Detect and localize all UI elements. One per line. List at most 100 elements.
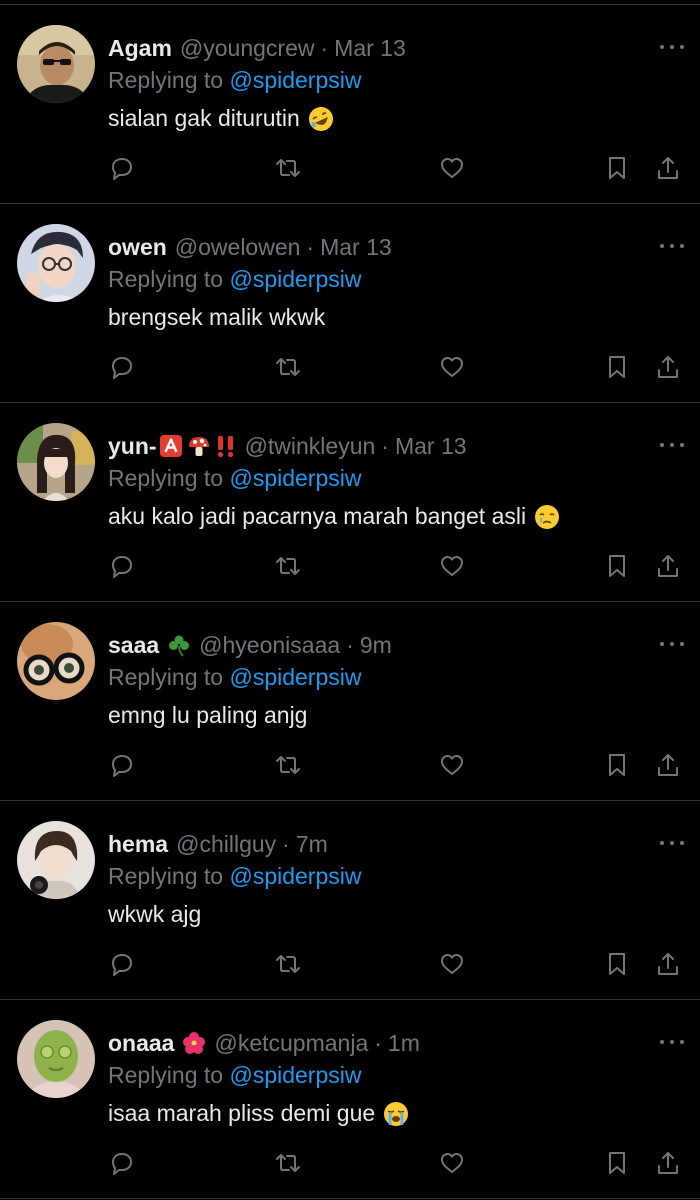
mention-link[interactable]: @spiderpsiw (229, 266, 361, 292)
reply-tweet[interactable]: saaa @hyeonisaaa · 9m Replying to @spide… (0, 602, 700, 801)
display-name[interactable]: onaaa (108, 1030, 174, 1057)
reply-tweet[interactable]: yun- @twinkleyun · Mar 13 Replying to @s… (0, 403, 700, 602)
mention-link[interactable]: @spiderpsiw (229, 67, 361, 93)
more-options-icon[interactable] (660, 242, 684, 250)
action-bar (0, 745, 700, 785)
like-icon (441, 755, 463, 775)
avatar[interactable] (17, 224, 95, 302)
retweet-button[interactable] (271, 546, 305, 586)
retweet-button[interactable] (271, 944, 305, 984)
display-name[interactable]: hema (108, 831, 168, 858)
timestamp[interactable]: 9m (360, 632, 392, 659)
share-button[interactable] (651, 745, 685, 785)
timestamp[interactable]: 7m (296, 831, 328, 858)
share-button[interactable] (651, 148, 685, 188)
reply-tweet[interactable]: Agam @youngcrew · Mar 13 Replying to @sp… (0, 5, 700, 204)
more-options-icon[interactable] (660, 441, 684, 449)
replying-to-label: Replying to (108, 67, 224, 93)
share-button[interactable] (651, 1143, 685, 1183)
display-name[interactable]: Agam (108, 35, 172, 62)
user-handle[interactable]: @owelowen (175, 234, 301, 261)
more-options-icon[interactable] (660, 640, 684, 648)
like-button[interactable] (435, 347, 469, 387)
reply-header: Agam @youngcrew · Mar 13 (108, 31, 406, 65)
separator-dot: · (374, 1029, 382, 1056)
display-name[interactable]: owen (108, 234, 167, 261)
bookmark-button[interactable] (600, 546, 634, 586)
like-button[interactable] (435, 546, 469, 586)
share-icon (658, 953, 678, 975)
reply-tweet[interactable]: onaaa @ketcupmanja · 1m Replying to @spi… (0, 1000, 700, 1199)
avatar[interactable] (17, 423, 95, 501)
reply-button[interactable] (105, 148, 139, 188)
timestamp[interactable]: Mar 13 (334, 35, 406, 62)
reply-text: isaa marah pliss demi gue (108, 1100, 409, 1127)
bookmark-icon (609, 356, 625, 378)
mention-link[interactable]: @spiderpsiw (229, 664, 361, 690)
share-button[interactable] (651, 347, 685, 387)
share-button[interactable] (651, 944, 685, 984)
like-button[interactable] (435, 944, 469, 984)
share-icon (658, 1152, 678, 1174)
reply-icon (112, 755, 132, 777)
timestamp[interactable]: Mar 13 (320, 234, 392, 261)
action-bar (0, 347, 700, 387)
rolling-on-floor-laughing-icon (308, 106, 334, 132)
reply-text-content: aku kalo jadi pacarnya marah banget asli (108, 503, 527, 529)
reply-header: yun- @twinkleyun · Mar 13 (108, 429, 467, 463)
reply-text: aku kalo jadi pacarnya marah banget asli (108, 503, 560, 530)
bookmark-button[interactable] (600, 745, 634, 785)
reply-button[interactable] (105, 546, 139, 586)
reply-text: sialan gak diturutin (108, 105, 334, 132)
reply-tweet[interactable]: hema @chillguy · 7m Replying to @spiderp… (0, 801, 700, 1000)
separator-dot: · (381, 432, 389, 459)
timestamp[interactable]: 1m (388, 1030, 420, 1057)
user-handle[interactable]: @ketcupmanja (214, 1030, 368, 1057)
avatar-photo-headphones-icon (17, 821, 95, 899)
display-name[interactable]: saaa (108, 632, 159, 659)
user-handle[interactable]: @hyeonisaaa (199, 632, 340, 659)
reply-tweet[interactable]: owen @owelowen · Mar 13 Replying to @spi… (0, 204, 700, 403)
user-handle[interactable]: @twinkleyun (245, 433, 376, 460)
reply-button[interactable] (105, 944, 139, 984)
retweet-button[interactable] (271, 1143, 305, 1183)
retweet-button[interactable] (271, 347, 305, 387)
share-icon (658, 754, 678, 776)
retweet-icon (276, 358, 300, 376)
action-bar (0, 944, 700, 984)
avatar[interactable] (17, 25, 95, 103)
bookmark-button[interactable] (600, 148, 634, 188)
reply-button[interactable] (105, 347, 139, 387)
user-handle[interactable]: @youngcrew (180, 35, 315, 62)
share-icon (658, 555, 678, 577)
bookmark-button[interactable] (600, 347, 634, 387)
avatar[interactable] (17, 1020, 95, 1098)
more-options-icon[interactable] (660, 839, 684, 847)
display-name[interactable]: yun- (108, 433, 157, 460)
mention-link[interactable]: @spiderpsiw (229, 863, 361, 889)
avatar[interactable] (17, 622, 95, 700)
share-button[interactable] (651, 546, 685, 586)
like-button[interactable] (435, 745, 469, 785)
user-handle[interactable]: @chillguy (176, 831, 276, 858)
replying-to-label: Replying to (108, 465, 224, 491)
timestamp[interactable]: Mar 13 (395, 433, 467, 460)
action-bar (0, 546, 700, 586)
like-button[interactable] (435, 1143, 469, 1183)
reply-button[interactable] (105, 745, 139, 785)
like-button[interactable] (435, 148, 469, 188)
reply-button[interactable] (105, 1143, 139, 1183)
avatar[interactable] (17, 821, 95, 899)
loudly-crying-face-icon (383, 1101, 409, 1127)
more-options-icon[interactable] (660, 1038, 684, 1046)
retweet-button[interactable] (271, 745, 305, 785)
retweet-button[interactable] (271, 148, 305, 188)
more-options-icon[interactable] (660, 43, 684, 51)
like-icon (441, 1153, 463, 1173)
mention-link[interactable]: @spiderpsiw (229, 1062, 361, 1088)
mention-link[interactable]: @spiderpsiw (229, 465, 361, 491)
reply-icon (112, 158, 132, 180)
bookmark-button[interactable] (600, 944, 634, 984)
reply-text-content: brengsek malik wkwk (108, 304, 326, 330)
bookmark-button[interactable] (600, 1143, 634, 1183)
